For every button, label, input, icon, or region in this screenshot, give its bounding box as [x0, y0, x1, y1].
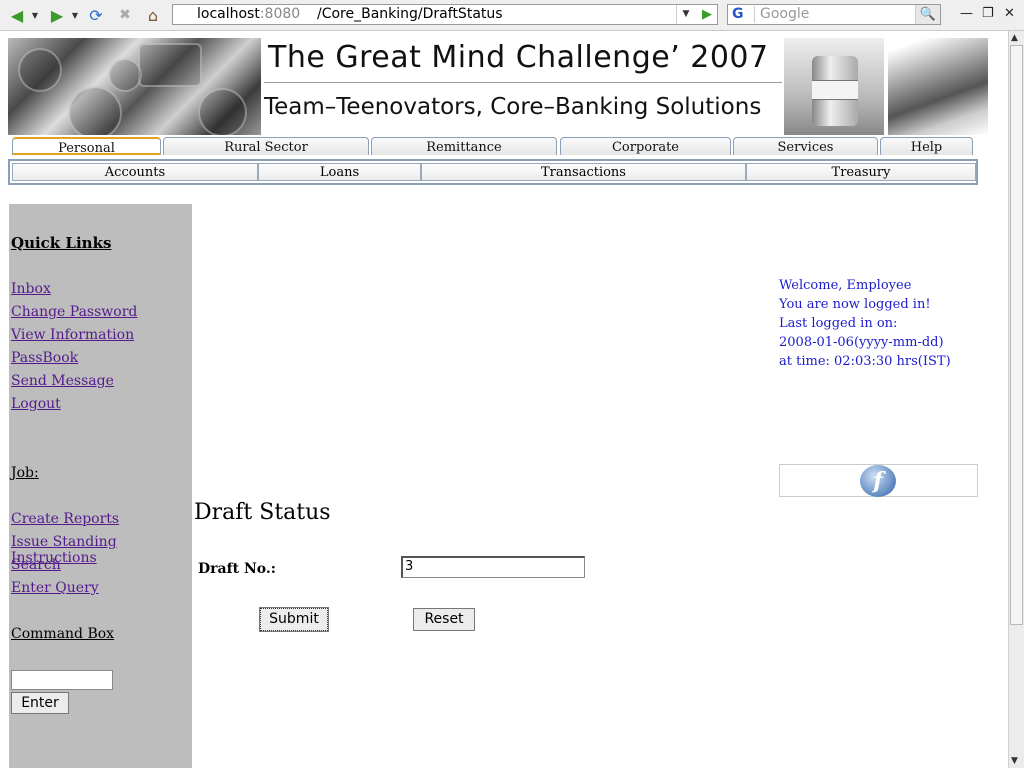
minimize-icon[interactable]: —: [960, 6, 973, 21]
sidebar: Quick Links Inbox Change Password View I…: [9, 204, 192, 768]
banner-title: The Great Mind Challenge’ 2007: [268, 40, 769, 75]
command-input[interactable]: [11, 670, 113, 690]
scrollbar-thumb[interactable]: [1010, 45, 1023, 625]
tab-personal[interactable]: Personal: [12, 137, 161, 156]
page-title: Draft Status: [194, 500, 331, 525]
reset-button[interactable]: Reset: [413, 608, 475, 631]
subnav-accounts[interactable]: Accounts: [12, 163, 258, 181]
url-path: /Core_Banking/DraftStatus: [317, 6, 503, 22]
url-dropdown-icon[interactable]: ▼: [676, 5, 695, 24]
browser-toolbar: ◀ ▼ ▶ ▼ ⟳ ✖ ⌂ localhost:8080 /Core_Banki…: [0, 0, 1024, 31]
home-icon[interactable]: ⌂: [143, 4, 163, 26]
close-icon[interactable]: ✕: [1004, 6, 1015, 21]
sidebar-link-enter-query[interactable]: Enter Query: [11, 580, 99, 596]
enter-button[interactable]: Enter: [11, 692, 69, 714]
last-login-label: Last logged in on:: [779, 316, 898, 331]
sidebar-link-passbook[interactable]: PassBook: [11, 350, 78, 366]
cash-stack-image: [888, 38, 988, 135]
forward-icon[interactable]: ▶: [46, 4, 68, 26]
search-placeholder: Google: [760, 6, 810, 22]
tab-remittance[interactable]: Remittance: [371, 137, 557, 155]
header-banner: The Great Mind Challenge’ 2007 Team–Teen…: [8, 38, 988, 135]
reload-icon[interactable]: ⟳: [86, 4, 106, 26]
back-icon[interactable]: ◀: [6, 4, 28, 26]
sidebar-link-create-reports[interactable]: Create Reports: [11, 511, 119, 527]
url-bar[interactable]: localhost:8080 /Core_Banking/DraftStatus…: [172, 4, 718, 25]
sidebar-link-change-password[interactable]: Change Password: [11, 304, 137, 320]
draft-no-label: Draft No.:: [198, 561, 276, 577]
tab-corporate[interactable]: Corporate: [560, 137, 731, 155]
coins-image: [8, 38, 261, 135]
sidebar-link-inbox[interactable]: Inbox: [11, 281, 51, 297]
draft-no-input[interactable]: 3: [401, 556, 585, 578]
sidebar-link-logout[interactable]: Logout: [11, 396, 61, 412]
restore-icon[interactable]: ❐: [982, 6, 994, 21]
banner-subtitle: Team–Teenovators, Core–Banking Solutions: [264, 94, 762, 120]
search-icon[interactable]: 🔍: [915, 5, 940, 24]
back-history-icon[interactable]: ▼: [30, 4, 40, 26]
command-box-heading: Command Box: [11, 626, 115, 642]
url-host: localhost:8080: [197, 6, 301, 22]
search-box[interactable]: G Google 🔍: [727, 4, 941, 25]
page-scrollbar[interactable]: ▲ ▼: [1008, 31, 1024, 768]
sidebar-link-search[interactable]: Search: [11, 557, 61, 573]
tab-services[interactable]: Services: [733, 137, 878, 155]
sidebar-link-send-message[interactable]: Send Message: [11, 373, 114, 389]
quick-links-heading: Quick Links: [11, 234, 112, 252]
flash-plugin-box[interactable]: f: [779, 464, 978, 497]
search-engine-icon[interactable]: G: [729, 6, 755, 23]
last-login-date: 2008-01-06(yyyy-mm-dd): [779, 335, 944, 350]
subnav-transactions[interactable]: Transactions: [421, 163, 746, 181]
welcome-line: Welcome, Employee: [779, 278, 912, 293]
sub-navigation: Accounts Loans Transactions Treasury: [8, 159, 978, 185]
stop-icon[interactable]: ✖: [115, 4, 135, 26]
scroll-up-icon[interactable]: ▲: [1011, 33, 1018, 43]
subnav-treasury[interactable]: Treasury: [746, 163, 976, 181]
subnav-loans[interactable]: Loans: [258, 163, 421, 181]
last-login-time: at time: 02:03:30 hrs(IST): [779, 354, 951, 369]
flash-icon: f: [860, 465, 896, 497]
scroll-down-icon[interactable]: ▼: [1011, 756, 1018, 766]
tab-rural-sector[interactable]: Rural Sector: [163, 137, 369, 155]
banner-divider: [264, 82, 782, 83]
tab-help[interactable]: Help: [880, 137, 973, 155]
submit-button[interactable]: Submit: [259, 607, 329, 632]
logged-in-line: You are now logged in!: [779, 297, 931, 312]
welcome-panel: Welcome, Employee You are now logged in!…: [779, 276, 951, 371]
forward-history-icon[interactable]: ▼: [70, 4, 80, 26]
go-icon[interactable]: ▶: [697, 5, 717, 24]
job-heading: Job:: [11, 465, 39, 481]
money-roll-image: [784, 38, 884, 135]
sidebar-link-view-information[interactable]: View Information: [11, 327, 134, 343]
